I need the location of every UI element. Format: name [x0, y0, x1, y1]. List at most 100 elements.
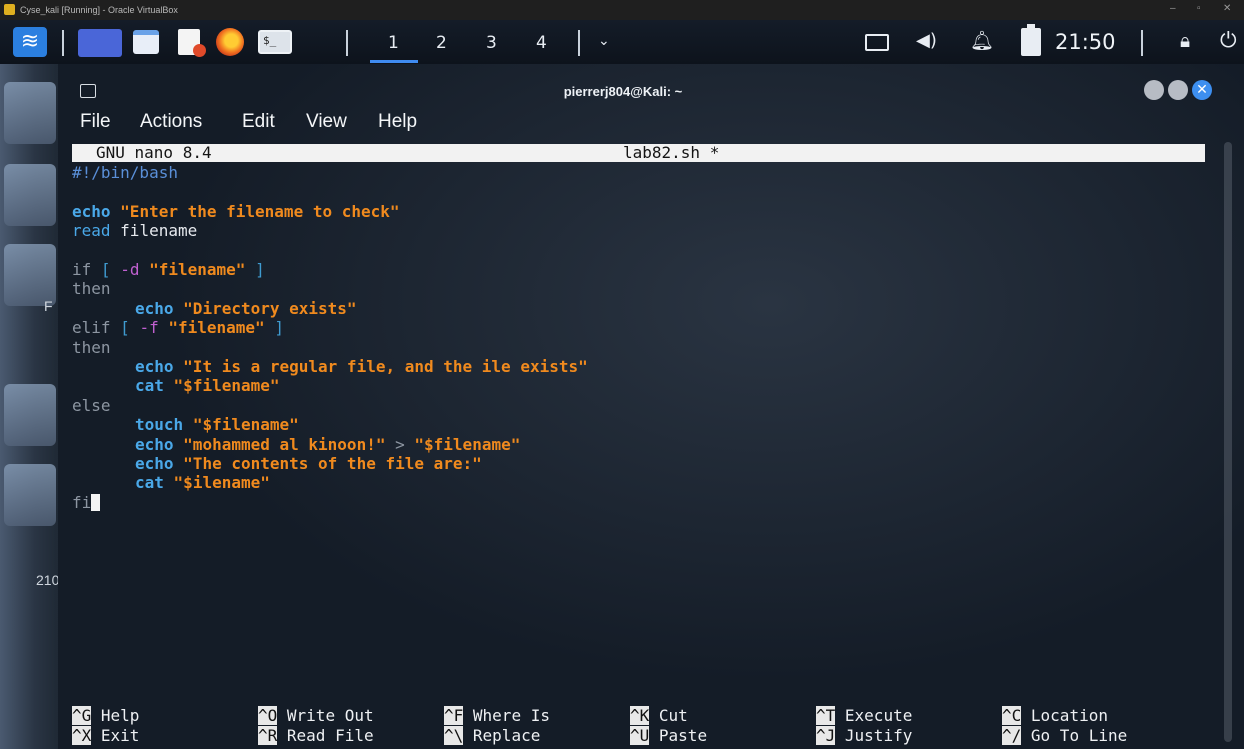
code-line: echo "The contents of the file are:" [135, 454, 482, 473]
panel-separator [62, 30, 64, 56]
shortcut-replace[interactable]: ^\ Replace [444, 726, 540, 746]
close-button[interactable]: ✕ [1192, 80, 1212, 100]
code-line: echo "Directory exists" [135, 299, 357, 318]
desktop-key-shape [4, 82, 56, 144]
shortcut-write-out[interactable]: ^O Write Out [258, 706, 374, 726]
shortcut-label: Go To Line [1030, 726, 1128, 745]
workspace-4[interactable]: 4 [536, 33, 547, 53]
shortcut-help[interactable]: ^G Help [72, 706, 139, 726]
logout-icon[interactable]: ⏻ [1220, 28, 1237, 53]
code-line: echo "Enter the filename to check" [72, 202, 400, 221]
shortcut-label: Justify [844, 726, 913, 745]
bracket: [ [120, 318, 130, 338]
keyword: touch [135, 415, 184, 435]
shortcut-exit[interactable]: ^X Exit [72, 726, 139, 746]
desktop-icon-label: 210 [36, 572, 60, 588]
menu-view[interactable]: View [306, 111, 347, 133]
shortcut-label: Write Out [286, 706, 374, 725]
shortcut-paste[interactable]: ^U Paste [630, 726, 707, 746]
keyword: echo [135, 454, 174, 473]
display-icon[interactable] [865, 34, 889, 51]
keyword: echo [135, 298, 174, 318]
keyword: echo [72, 201, 111, 221]
shortcut-label: Replace [472, 726, 541, 745]
code-line: if [ -d "filename" ] [72, 260, 265, 279]
keyword: then [72, 279, 111, 299]
keyword: echo [135, 357, 174, 376]
keyword: echo [135, 434, 174, 454]
code-line: cat "$ilename" [135, 473, 270, 492]
file-manager-icon[interactable] [133, 30, 159, 54]
shortcut-execute[interactable]: ^T Execute [816, 706, 912, 726]
bracket: ] [255, 260, 265, 279]
redirect-operator: > [395, 434, 405, 454]
menu-file[interactable]: File [80, 111, 111, 133]
terminal-title: pierrerj804@Kali: ~ [563, 84, 683, 99]
string-literal: "filename" [149, 260, 246, 279]
bracket: ] [274, 318, 284, 338]
code-line: then [72, 279, 111, 298]
terminal-window: pierrerj804@Kali: ~ ✕ File Actions Edit … [58, 64, 1244, 749]
shortcut-label: Where Is [472, 706, 550, 725]
maximize-button[interactable] [1168, 80, 1188, 100]
panel-separator [1141, 30, 1143, 56]
workspace-1[interactable]: 1 [388, 33, 399, 53]
shortcut-key: ^\ [444, 726, 464, 745]
shortcut-go-to-line[interactable]: ^/ Go To Line [1002, 726, 1127, 746]
text-cursor [91, 493, 101, 511]
test-option: -d [120, 260, 140, 279]
shortcut-cut[interactable]: ^K Cut [630, 706, 688, 726]
shortcut-read-file[interactable]: ^R Read File [258, 726, 374, 746]
shortcut-justify[interactable]: ^J Justify [816, 726, 912, 746]
string-literal: "filename" [168, 318, 265, 338]
code-line: then [72, 338, 111, 357]
string-literal: "$filename" [414, 434, 521, 454]
shortcut-location[interactable]: ^C Location [1002, 706, 1108, 726]
desktop-icon-label: F [44, 298, 53, 314]
keyword: cat [135, 473, 164, 493]
lock-icon[interactable]: 🔒︎ [1180, 30, 1190, 52]
shortcut-label: Paste [658, 726, 708, 745]
volume-icon[interactable]: ◀) [916, 30, 937, 51]
bell-icon[interactable]: 🔔︎ [970, 29, 994, 52]
text-editor-icon[interactable] [178, 29, 206, 57]
menu-actions[interactable]: Actions [140, 111, 202, 133]
panel-clock[interactable]: 21:50 [1055, 30, 1116, 54]
panel-separator [578, 30, 580, 56]
panel-separator [346, 30, 348, 56]
code-line: #!/bin/bash [72, 163, 178, 182]
string-literal: "It is a regular file, and the ile exist… [183, 357, 588, 376]
code-line: read filename [72, 221, 197, 240]
host-restore-button[interactable]: ▫ [1197, 3, 1201, 14]
terminal-icon[interactable]: $_ [258, 30, 292, 54]
desktop-key-shape [4, 244, 56, 306]
chevron-down-icon[interactable]: ⌄ [598, 33, 610, 49]
battery-icon[interactable] [1021, 24, 1041, 56]
shortcut-key: ^U [630, 726, 650, 745]
string-literal: "$ilename" [173, 473, 270, 493]
shortcut-label: Help [100, 706, 140, 725]
app-launcher-icon[interactable] [78, 29, 122, 57]
menu-help[interactable]: Help [378, 111, 417, 133]
nano-editor[interactable]: GNU nano 8.4 lab82.sh * #!/bin/bash echo… [72, 144, 1205, 746]
virtualbox-icon [4, 4, 15, 15]
host-minimize-button[interactable]: – [1170, 3, 1176, 14]
code-line: echo "It is a regular file, and the ile … [135, 357, 588, 376]
menu-edit[interactable]: Edit [242, 111, 275, 133]
terminal-title-bar[interactable]: pierrerj804@Kali: ~ ✕ [58, 64, 1244, 104]
workspace-2[interactable]: 2 [436, 33, 447, 53]
terminal-scrollbar[interactable] [1224, 142, 1232, 742]
minimize-button[interactable] [1144, 80, 1164, 100]
firefox-icon[interactable] [216, 28, 244, 56]
host-close-button[interactable]: ✕ [1223, 3, 1231, 14]
keyword: then [72, 337, 111, 357]
keyword: if [72, 260, 92, 279]
shortcut-label: Cut [658, 706, 688, 725]
workspace-3[interactable]: 3 [486, 33, 497, 53]
keyword: fi [72, 492, 92, 512]
desktop-key-shape [4, 164, 56, 226]
kali-logo-icon[interactable]: ≋ [13, 27, 47, 57]
shortcut-key: ^O [258, 706, 278, 725]
shortcut-where-is[interactable]: ^F Where Is [444, 706, 550, 726]
string-literal: "$filename" [173, 376, 280, 396]
